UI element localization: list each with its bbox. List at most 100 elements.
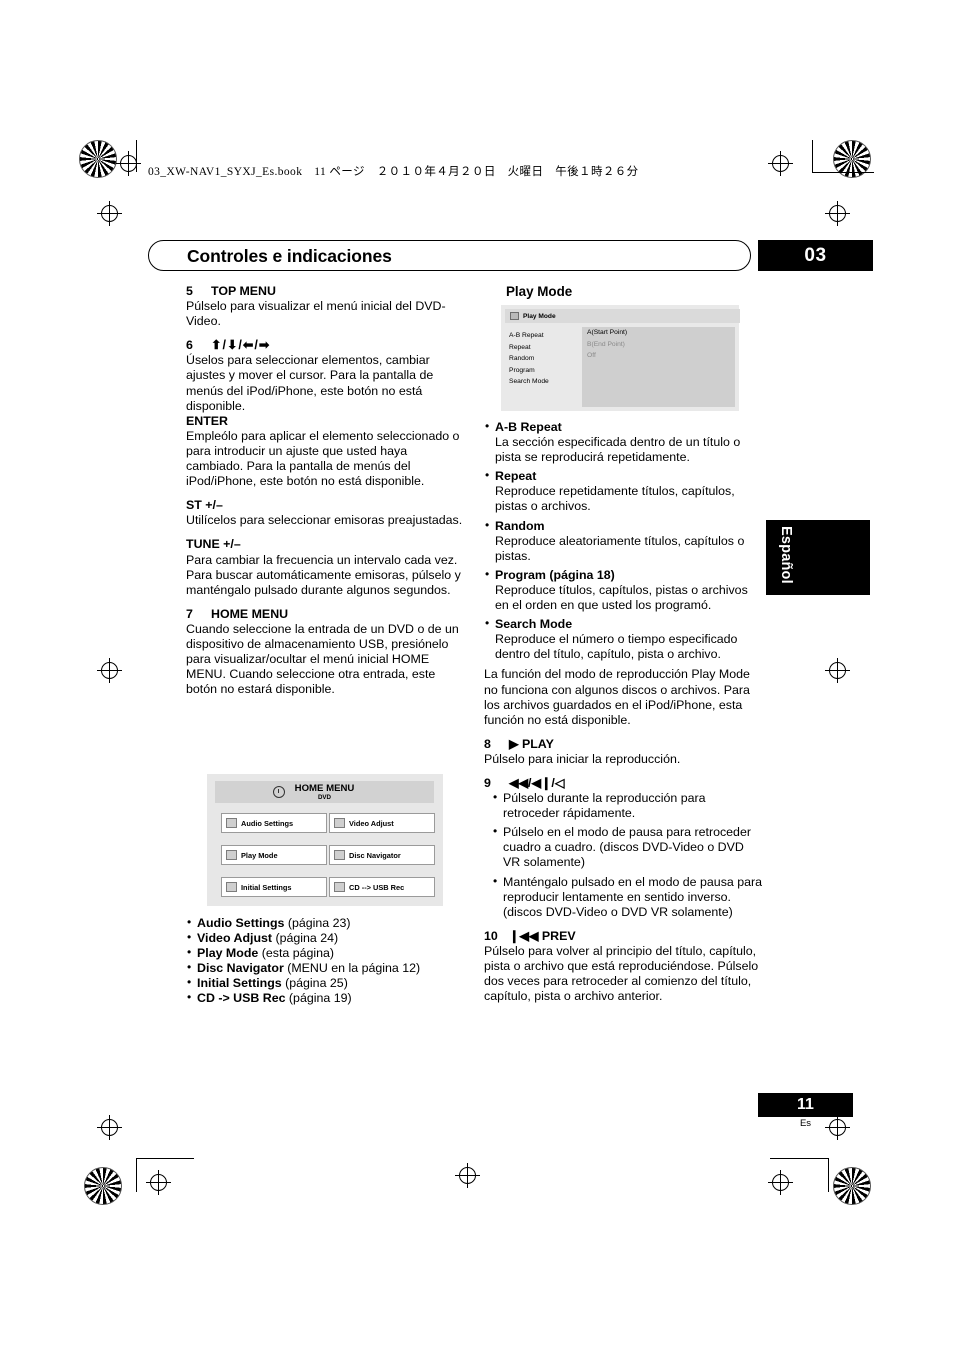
audio-settings-icon <box>226 818 237 828</box>
item-7-text: Cuando seleccione la entrada de un DVD o… <box>186 621 459 697</box>
registration-mark-left-upper <box>97 201 122 226</box>
list-item: Disc Navigator (MENU en la página 12) <box>186 960 466 976</box>
figure-cell-label: Video Adjust <box>349 818 394 828</box>
item-9-label: ◀◀/◀❙/◁ <box>509 775 565 790</box>
play-mode-figure-titlebar: Play Mode <box>505 309 740 323</box>
crop-line-bottom-left-v <box>136 1158 137 1192</box>
print-corner-swatch-bottom-left <box>84 1167 122 1205</box>
play-mode-menu-item[interactable]: Search Mode <box>509 376 581 388</box>
play-mode-pane-item[interactable]: A(Start Point) <box>582 327 735 339</box>
registration-mark-bottom-left <box>146 1170 171 1195</box>
tune-text: Para cambiar la frecuencia un intervalo … <box>186 552 461 597</box>
right-column-body: A-B Repeat La sección especificada dentr… <box>484 419 764 1004</box>
print-corner-swatch-top-left <box>79 140 117 178</box>
figure-cell-label: Play Mode <box>241 850 278 860</box>
list-item-label: Random <box>495 518 545 533</box>
play-mode-note: La función del modo de reproducción Play… <box>484 667 750 727</box>
figure-cell-label: Disc Navigator <box>349 850 401 860</box>
list-item-label: Audio Settings <box>197 916 285 930</box>
figure-cell-initial-settings[interactable]: Initial Settings <box>221 877 327 897</box>
item-8-number: 8 <box>484 736 491 751</box>
item-8-label: ▶ PLAY <box>509 736 554 751</box>
home-menu-list-wrap: Audio Settings (página 23) Video Adjust … <box>186 915 466 1007</box>
list-item-label: Initial Settings <box>197 976 282 991</box>
item-7-number: 7 <box>186 606 193 621</box>
item-10-heading: 10 ❙◀◀ PREV <box>484 929 764 944</box>
item-6-heading: 6 ⬆/⬇/⬅/➡ <box>186 338 466 353</box>
play-mode-figure-title: Play Mode <box>523 312 556 320</box>
item-10-number: 10 <box>484 928 498 943</box>
list-item-text: Reproduce títulos, capítulos, pistas o a… <box>495 582 748 613</box>
play-mode-bullet-list: A-B Repeat La sección especificada dentr… <box>484 419 764 662</box>
page-language-code: Es <box>799 1118 812 1129</box>
list-item: Púlselo durante la reproducción para ret… <box>492 790 764 821</box>
list-item-label: Play Mode <box>197 946 259 961</box>
crop-line-top-right-h <box>812 172 874 173</box>
list-item-ref: (esta página) <box>258 946 335 961</box>
item-9-number: 9 <box>484 775 491 790</box>
registration-mark-top-right <box>768 151 793 176</box>
item-6-text: Úselos para seleccionar elementos, cambi… <box>186 353 434 413</box>
play-mode-menu-item[interactable]: Repeat <box>509 342 581 354</box>
crop-line-bottom-left-h <box>136 1158 194 1159</box>
list-item: Audio Settings (página 23) <box>186 915 466 931</box>
home-menu-figure-title: HOME MENU <box>294 782 355 794</box>
play-mode-menu-item[interactable]: A-B Repeat <box>509 330 581 342</box>
item-7-heading: 7 HOME MENU <box>186 607 466 622</box>
page-title: Controles e indicaciones <box>187 246 392 266</box>
play-mode-figure-menu: A-B Repeat Repeat Random Program Search … <box>509 330 581 388</box>
registration-mark-left-lower <box>97 1115 122 1140</box>
item-5-text: Púlselo para visualizar el menú inicial … <box>186 299 446 329</box>
list-item-text: Reproduce el número o tiempo especificad… <box>495 632 738 662</box>
list-item: Play Mode (esta página) <box>186 945 466 961</box>
registration-mark-top-left <box>116 151 141 176</box>
video-adjust-icon <box>334 818 345 828</box>
list-item-ref: (página 23) <box>284 916 351 930</box>
item-8-text: Púlselo para iniciar la reproducción. <box>484 751 681 766</box>
list-item-text: La sección especificada dentro de un tít… <box>495 435 741 465</box>
home-menu-bullet-list: Audio Settings (página 23) Video Adjust … <box>186 915 466 1007</box>
list-item-label: Program (página 18) <box>495 567 615 582</box>
registration-mark-right-mid <box>825 658 850 683</box>
clock-icon <box>273 786 285 798</box>
right-column-head: Play Mode <box>506 284 786 299</box>
list-item: Repeat Reproduce repetidamente títulos, … <box>484 468 764 514</box>
registration-mark-right-upper <box>825 201 850 226</box>
list-item-text: Reproduce repetidamente títulos, capítul… <box>495 484 735 514</box>
initial-settings-icon <box>226 882 237 892</box>
play-mode-menu-item[interactable]: Program <box>509 365 581 377</box>
chapter-title-bar: Controles e indicaciones <box>148 240 751 271</box>
crop-line-bottom-right-h <box>770 1158 828 1159</box>
home-menu-figure: HOME MENU DVD Audio Settings Video Adjus… <box>207 774 443 906</box>
list-item-text: Reproduce aleatoriamente títulos, capítu… <box>495 533 745 563</box>
item-7-label: HOME MENU <box>211 606 289 621</box>
tune-heading: TUNE +/– <box>186 537 241 552</box>
item-8-heading: 8 ▶ PLAY <box>484 737 764 752</box>
crop-line-bottom-right-v <box>828 1158 829 1192</box>
chapter-number-badge: 03 <box>758 240 873 271</box>
play-mode-figure-pane: A(Start Point) B(End Point) Off <box>582 327 735 407</box>
figure-cell-cd-usb-rec[interactable]: CD --> USB Rec <box>329 877 435 897</box>
figure-cell-audio-settings[interactable]: Audio Settings <box>221 813 327 833</box>
figure-cell-video-adjust[interactable]: Video Adjust <box>329 813 435 833</box>
list-item-label: Disc Navigator <box>197 961 284 976</box>
list-item: Púlselo en el modo de pausa para retroce… <box>492 824 764 870</box>
home-menu-figure-titlebar: HOME MENU DVD <box>215 781 434 803</box>
left-column: 5 TOP MENU Púlselo para visualizar el me… <box>186 284 466 697</box>
figure-cell-disc-navigator[interactable]: Disc Navigator <box>329 845 435 865</box>
page-number-badge: 11 <box>758 1093 853 1117</box>
play-mode-figure-icon <box>510 312 519 320</box>
crop-line-top-right-v <box>812 140 813 172</box>
figure-cell-play-mode[interactable]: Play Mode <box>221 845 327 865</box>
item-5-number: 5 <box>186 284 193 298</box>
disc-navigator-icon <box>334 850 345 860</box>
list-item: Manténgalo pulsado en el modo de pausa p… <box>492 874 764 920</box>
list-item: CD -> USB Rec (página 19) <box>186 990 466 1006</box>
play-mode-pane-item[interactable]: B(End Point) <box>582 339 735 351</box>
figure-cell-label: Initial Settings <box>241 882 292 892</box>
list-item: Initial Settings (página 25) <box>186 975 466 991</box>
play-mode-pane-item[interactable]: Off <box>582 350 735 362</box>
cd-usb-rec-icon <box>334 882 345 892</box>
list-item-ref: (página 19) <box>285 991 352 1006</box>
play-mode-menu-item[interactable]: Random <box>509 353 581 365</box>
